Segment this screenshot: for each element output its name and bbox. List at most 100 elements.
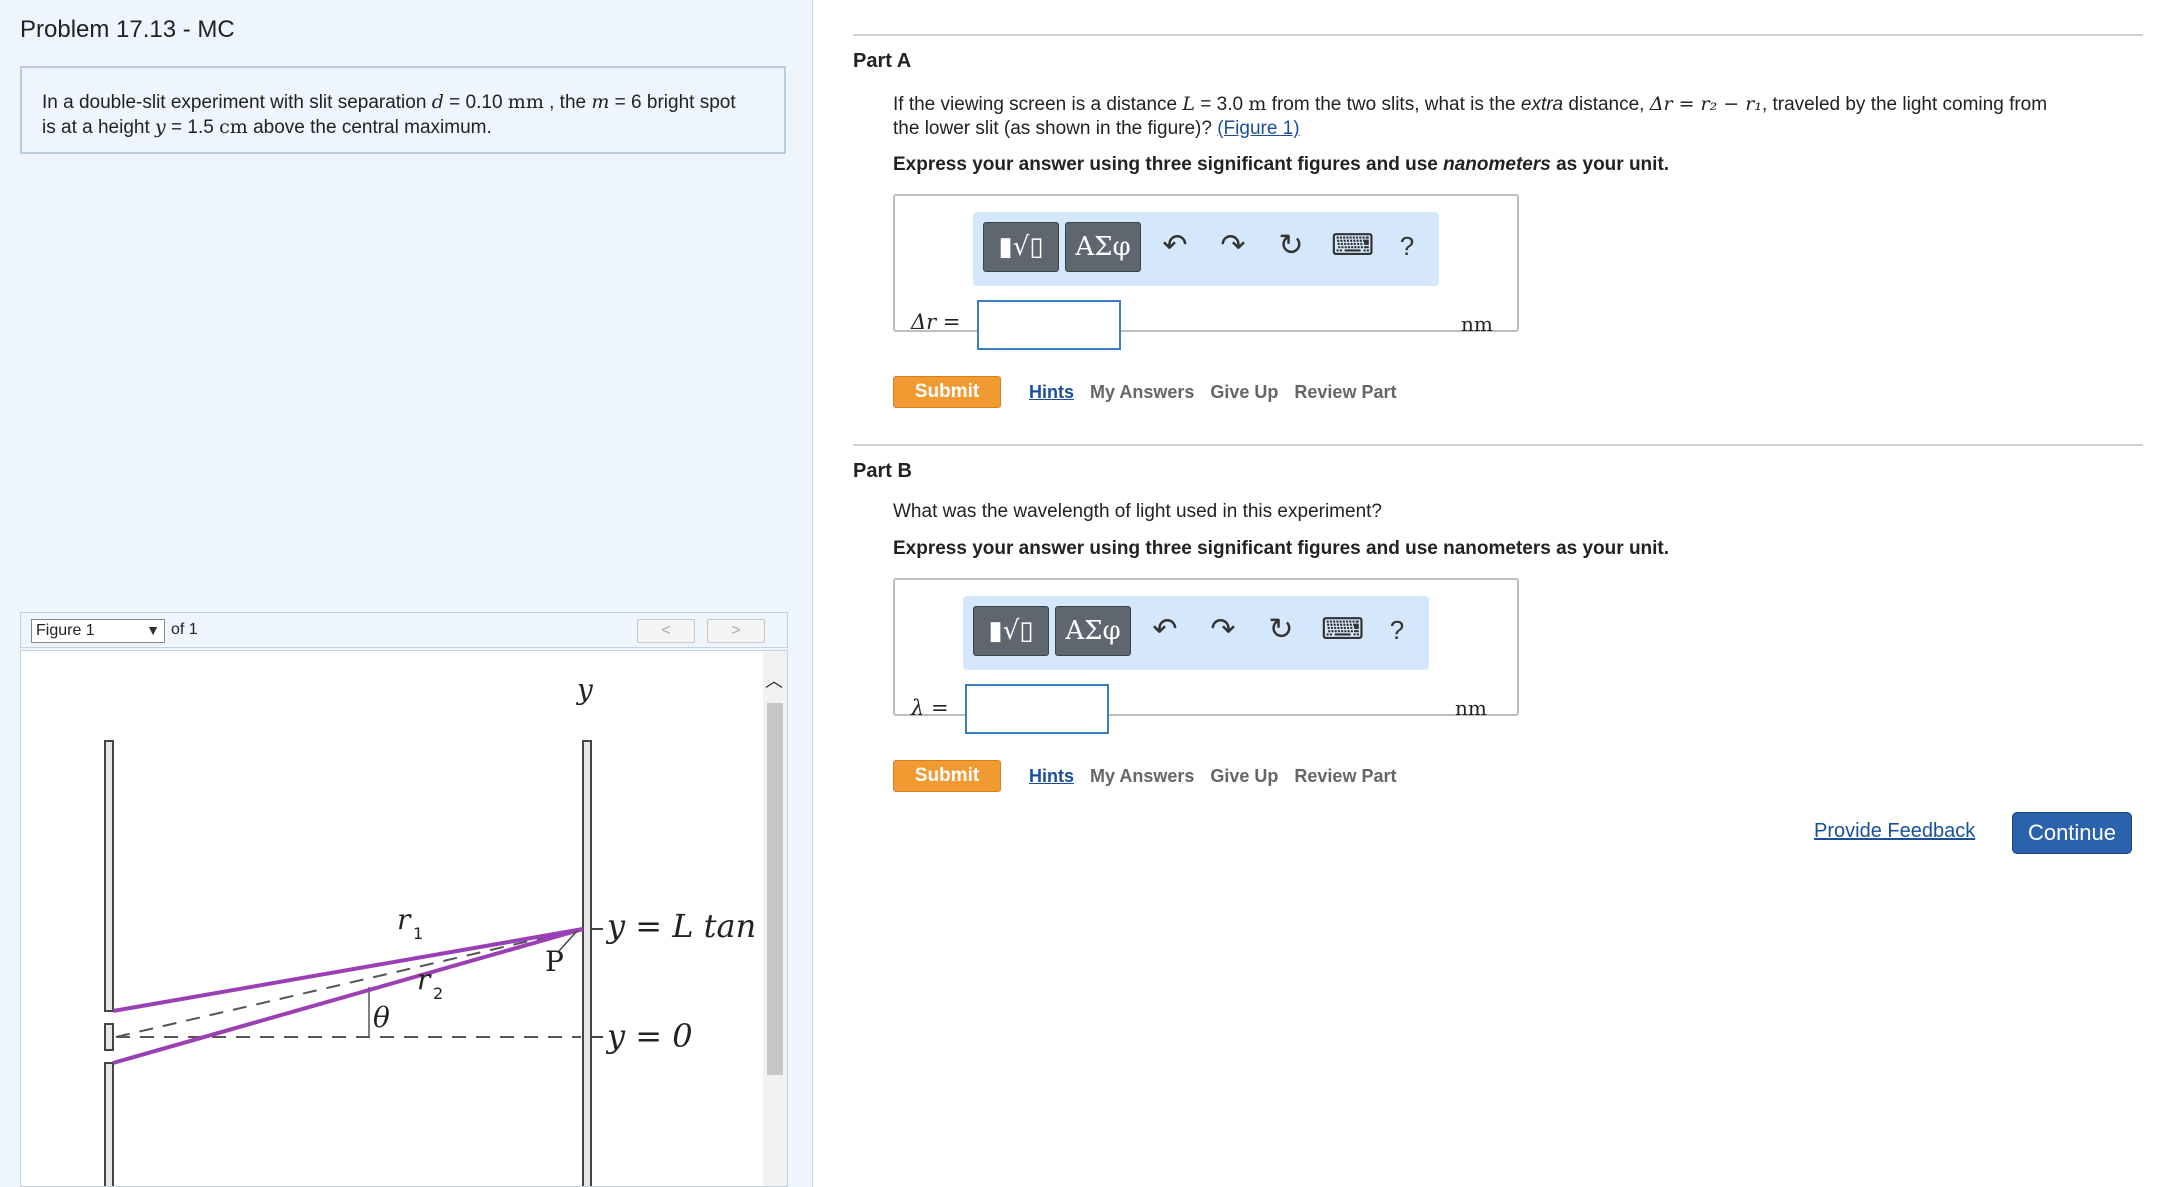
part-a-heading: Part A — [853, 50, 912, 72]
figure-select-value: Figure 1 — [36, 622, 95, 639]
y-value: = 1.5 — [165, 117, 220, 138]
wavelength-input[interactable] — [965, 684, 1109, 734]
part-b-answer-box: ▮√▯ ΑΣφ ↶ ↷ ↻ ⌨ ? λ = nm — [893, 578, 1519, 734]
d-unit: mm — [507, 91, 544, 113]
scroll-thumb[interactable] — [767, 703, 783, 1075]
question-text: distance, — [1563, 94, 1650, 115]
question-text: If the viewing screen is a distance — [893, 94, 1183, 115]
give-up-link[interactable]: Give Up — [1210, 766, 1278, 786]
statement-text: In a double-slit experiment with slit se… — [42, 92, 432, 113]
provide-feedback-link[interactable]: Provide Feedback — [1814, 820, 1975, 843]
reset-icon[interactable]: ↻ — [1273, 228, 1309, 264]
equation-y-ltan: y = L tan θ — [605, 907, 765, 945]
y-unit: cm — [219, 116, 248, 138]
part-b-instructions: Express your answer using three signific… — [893, 538, 1670, 559]
part-b-heading: Part B — [853, 460, 912, 482]
parts-panel: Part A If the viewing screen is a distan… — [813, 0, 2160, 1187]
answer-unit: nm — [1455, 696, 1487, 720]
equation-y-zero: y = 0 — [605, 1017, 693, 1055]
divider — [853, 34, 2143, 36]
figure-scrollbar[interactable]: ︿ — [763, 651, 787, 1186]
instruction-text: as your unit. — [1550, 154, 1670, 175]
statement-text: above the central maximum. — [247, 117, 492, 138]
ray-r2 — [112, 927, 584, 1065]
L-unit: m — [1248, 93, 1267, 115]
r2-subscript: 2 — [433, 984, 443, 1003]
give-up-link[interactable]: Give Up — [1210, 382, 1278, 402]
part-a-answer-box: ▮√▯ ΑΣφ ↶ ↷ ↻ ⌨ ? Δr = nm — [893, 194, 1519, 350]
part-b-submit-button[interactable]: Submit — [893, 760, 1001, 792]
d-symbol: d — [431, 91, 444, 113]
barrier-middle — [104, 1023, 114, 1051]
double-slit-diagram: y r 1 r 2 θ P y = L tan θ y = 0 — [104, 673, 765, 1186]
part-a-submit-button[interactable]: Submit — [893, 376, 1001, 408]
redo-icon[interactable]: ↷ — [1205, 612, 1241, 648]
question-text: the lower slit (as shown in the figure)? — [893, 118, 1218, 139]
problem-panel: Problem 17.13 - MC In a double-slit expe… — [0, 0, 813, 1187]
y-symbol: y — [155, 116, 166, 138]
problem-statement: In a double-slit experiment with slit se… — [20, 66, 786, 154]
figure-navigation: Figure 1 ▼ of 1 < > — [20, 612, 788, 648]
answer-label: Δr = — [911, 310, 961, 334]
part-b-question: What was the wavelength of light used in… — [893, 501, 1382, 522]
hints-link[interactable]: Hints — [1029, 382, 1074, 402]
ray-r1 — [112, 927, 584, 1013]
figure-link[interactable]: (Figure 1) — [1217, 118, 1299, 139]
figure-select[interactable]: Figure 1 ▼ — [31, 619, 165, 643]
help-icon[interactable]: ? — [1389, 228, 1425, 264]
statement-text: is at a height — [42, 117, 156, 138]
figure-viewport: y r 1 r 2 θ P y = L tan θ y = 0 ︿ — [20, 650, 788, 1187]
m-symbol: m — [591, 91, 610, 113]
redo-icon[interactable]: ↷ — [1215, 228, 1251, 264]
statement-text: , the — [543, 92, 592, 113]
math-toolbar: ▮√▯ ΑΣφ ↶ ↷ ↻ ⌨ ? — [973, 212, 1439, 286]
viewing-screen — [582, 740, 592, 1186]
delta-r-expression: Δr = r₂ − r₁ — [1649, 93, 1762, 115]
angle-line — [115, 928, 582, 1038]
undo-icon[interactable]: ↶ — [1147, 612, 1183, 648]
my-answers-link[interactable]: My Answers — [1090, 382, 1194, 402]
instruction-text: Express your answer using three signific… — [893, 154, 1444, 175]
templates-button[interactable]: ▮√▯ — [983, 222, 1059, 272]
L-value: = 3.0 — [1195, 94, 1249, 115]
r1-subscript: 1 — [413, 924, 423, 943]
greek-symbols-button[interactable]: ΑΣφ — [1065, 222, 1141, 272]
greek-symbols-button[interactable]: ΑΣφ — [1055, 606, 1131, 656]
instruction-emphasis: nanometers — [1443, 154, 1551, 175]
templates-button[interactable]: ▮√▯ — [973, 606, 1049, 656]
chevron-down-icon: ▼ — [146, 622, 160, 638]
m-value: = 6 bright spot — [609, 92, 736, 113]
answer-label: λ = — [911, 696, 949, 720]
review-part-link[interactable]: Review Part — [1294, 382, 1396, 402]
barrier-lower — [104, 1062, 114, 1186]
part-a-links: Hints My Answers Give Up Review Part — [1029, 382, 1412, 403]
hints-link[interactable]: Hints — [1029, 766, 1074, 786]
L-symbol: L — [1182, 93, 1195, 115]
keyboard-icon[interactable]: ⌨ — [1331, 228, 1374, 264]
prev-figure-button[interactable]: < — [637, 619, 695, 643]
undo-icon[interactable]: ↶ — [1157, 228, 1193, 264]
answer-unit: nm — [1461, 312, 1493, 336]
y-axis-label: y — [575, 673, 594, 706]
problem-title: Problem 17.13 - MC — [20, 16, 235, 43]
my-answers-link[interactable]: My Answers — [1090, 766, 1194, 786]
continue-button[interactable]: Continue — [2012, 812, 2132, 854]
barrier-upper — [104, 740, 114, 1012]
part-a-instructions: Express your answer using three signific… — [893, 154, 1669, 176]
r2-label: r — [417, 963, 432, 996]
keyboard-icon[interactable]: ⌨ — [1321, 612, 1364, 648]
extra-emphasis: extra — [1520, 94, 1564, 115]
help-icon[interactable]: ? — [1379, 612, 1415, 648]
chevron-up-icon[interactable]: ︿ — [765, 667, 783, 693]
reset-icon[interactable]: ↻ — [1263, 612, 1299, 648]
r1-label: r — [397, 903, 412, 936]
next-figure-button[interactable]: > — [707, 619, 765, 643]
part-b-links: Hints My Answers Give Up Review Part — [1029, 766, 1412, 787]
d-value: = 0.10 — [443, 92, 508, 113]
figure-count: of 1 — [171, 621, 198, 638]
theta-label: θ — [373, 1001, 390, 1034]
question-text: from the two slits, what is the — [1266, 94, 1521, 115]
delta-r-input[interactable] — [977, 300, 1121, 350]
review-part-link[interactable]: Review Part — [1294, 766, 1396, 786]
part-a-question: If the viewing screen is a distance L = … — [893, 92, 2153, 141]
